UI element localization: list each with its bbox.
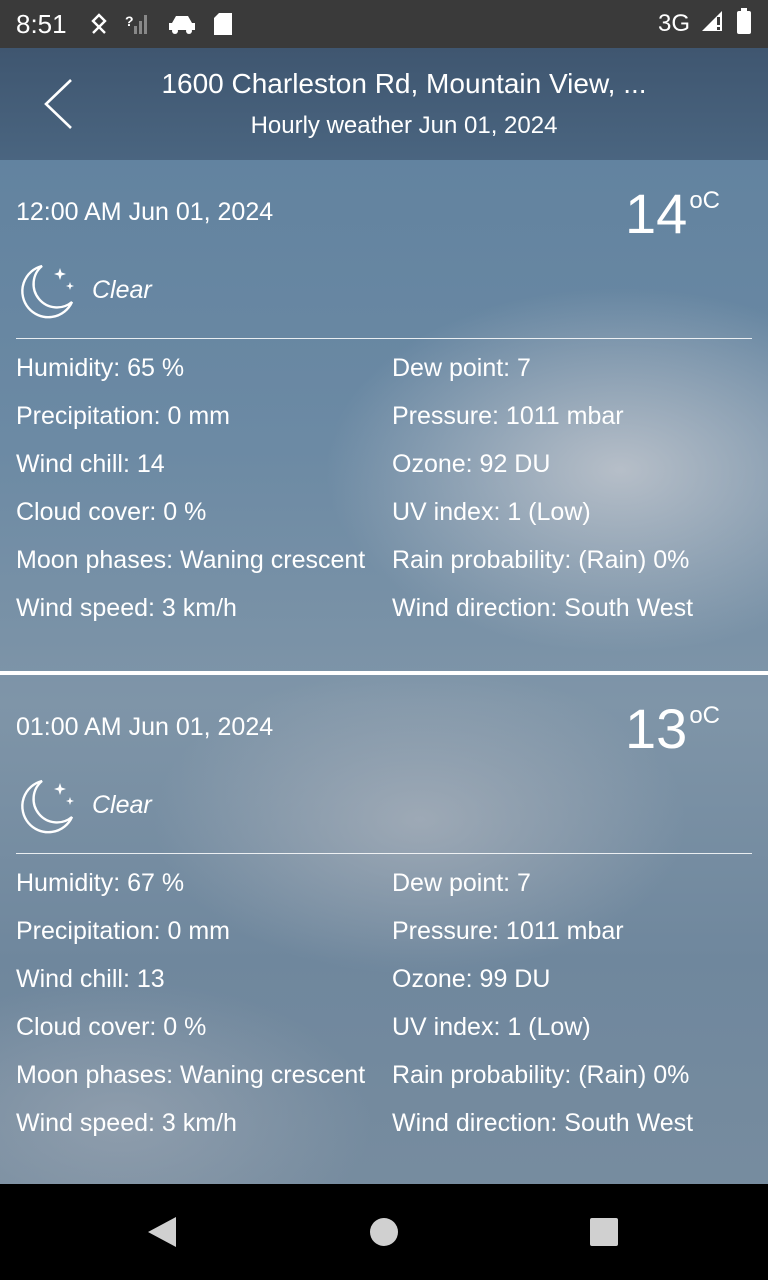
pressure: Pressure: 1011 mbar [392,402,624,430]
rain-probability: Rain probability: (Rain) 0% [392,1061,690,1089]
temperature: 13 oC [625,697,720,761]
sd-card-icon [213,12,233,36]
ozone: Ozone: 99 DU [392,965,551,993]
temperature: 14 oC [625,182,720,246]
location-title: 1600 Charleston Rd, Mountain View, ... [161,68,647,99]
details-left: Humidity: 67 % Precipitation: 0 mm Wind … [16,867,376,1155]
condition-text: Clear [92,791,152,819]
dew-point: Dew point: 7 [392,869,531,897]
wind-speed: Wind speed: 3 km/h [16,594,237,622]
hourly-card: 01:00 AM Jun 01, 2024 13 oC Clear Humidi… [0,675,768,1187]
precipitation: Precipitation: 0 mm [16,917,230,945]
car-icon [167,13,197,35]
pressure: Pressure: 1011 mbar [392,917,624,945]
nav-recents-button[interactable] [584,1212,624,1252]
dew-point: Dew point: 7 [392,354,531,382]
circle-home-icon [370,1218,398,1246]
wind-chill: Wind chill: 13 [16,965,165,993]
moon-stars-icon [14,258,80,324]
temperature-value: 13 [625,697,688,760]
back-button[interactable] [28,72,88,136]
temperature-unit: oC [689,187,720,214]
condition-text: Clear [92,276,152,304]
cloud-cover: Cloud cover: 0 % [16,498,207,526]
app-header: 1600 Charleston Rd, Mountain View, ... H… [0,48,768,160]
details-left: Humidity: 65 % Precipitation: 0 mm Wind … [16,352,376,640]
humidity: Humidity: 67 % [16,869,185,897]
wind-direction: Wind direction: South West [392,594,694,622]
page-subtitle: Hourly weather Jun 01, 2024 [250,112,558,139]
precipitation: Precipitation: 0 mm [16,402,230,430]
divider [16,853,752,854]
moon-phase: Moon phases: Waning crescent [16,546,366,574]
wind-direction: Wind direction: South West [392,1109,694,1137]
hour-time: 01:00 AM Jun 01, 2024 [16,713,274,741]
hourly-card: 12:00 AM Jun 01, 2024 14 oC Clear Humidi… [0,160,768,672]
ozone: Ozone: 92 DU [392,450,551,478]
rain-probability: Rain probability: (Rain) 0% [392,546,690,574]
triangle-back-icon [148,1217,176,1247]
uv-index: UV index: 1 (Low) [392,498,591,526]
details-right: Dew point: 7 Pressure: 1011 mbar Ozone: … [392,352,762,640]
cloud-cover: Cloud cover: 0 % [16,1013,207,1041]
status-time: 8:51 [16,8,67,39]
status-bar: 8:51 ? 3G [0,0,768,48]
battery-icon [736,7,752,41]
chevron-left-icon [44,79,72,129]
network-type: 3G [657,10,690,37]
hour-time: 12:00 AM Jun 01, 2024 [16,198,274,226]
nav-back-button[interactable] [142,1212,182,1252]
app-screen: 8:51 ? 3G 1600 Charleston Rd, Mountain V [0,0,768,1280]
humidity: Humidity: 65 % [16,354,185,382]
uv-index: UV index: 1 (Low) [392,1013,591,1041]
details-right: Dew point: 7 Pressure: 1011 mbar Ozone: … [392,867,762,1155]
moon-stars-icon [14,773,80,839]
system-nav-bar [0,1184,768,1280]
nav-home-button[interactable] [364,1212,404,1252]
wind-chill: Wind chill: 14 [16,450,165,478]
temperature-value: 14 [625,182,688,245]
svg-text:?: ? [125,13,134,29]
divider [16,338,752,339]
data-saver-icon [89,13,109,35]
temperature-unit: oC [689,702,720,729]
square-recents-icon [590,1218,618,1246]
signal-unknown-icon: ? [125,12,151,36]
wind-speed: Wind speed: 3 km/h [16,1109,237,1137]
signal-icon [700,9,726,40]
moon-phase: Moon phases: Waning crescent [16,1061,366,1089]
